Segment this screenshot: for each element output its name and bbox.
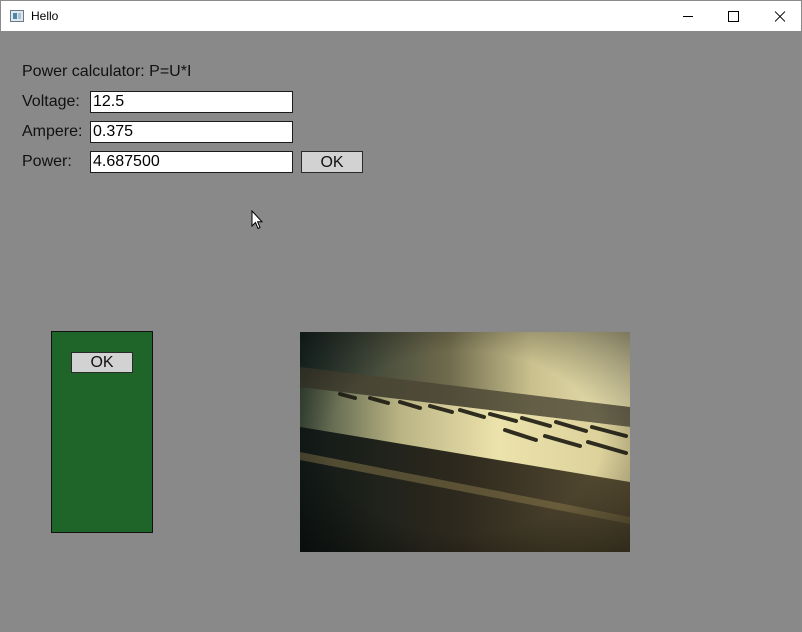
close-button[interactable] bbox=[756, 1, 802, 31]
power-label: Power: bbox=[22, 153, 72, 170]
client-area: Power calculator: P=U*I Voltage: Ampere:… bbox=[1, 31, 801, 631]
mouse-pointer-icon bbox=[251, 210, 263, 230]
minimize-icon bbox=[683, 16, 693, 17]
ampere-label: Ampere: bbox=[22, 123, 83, 140]
ampere-input[interactable] bbox=[90, 121, 293, 143]
maximize-icon bbox=[728, 11, 739, 22]
green-panel: OK bbox=[51, 331, 153, 533]
voltage-label: Voltage: bbox=[22, 93, 80, 110]
calculator-heading: Power calculator: P=U*I bbox=[22, 63, 192, 80]
app-window: Hello Power calculator: P=U*I Voltage: A… bbox=[0, 0, 802, 632]
panel-ok-button[interactable]: OK bbox=[71, 352, 133, 373]
calculate-ok-button[interactable]: OK bbox=[301, 151, 363, 173]
minimize-button[interactable] bbox=[664, 1, 710, 31]
window-title: Hello bbox=[31, 9, 59, 23]
title-bar[interactable]: Hello bbox=[1, 1, 801, 31]
voltage-input[interactable] bbox=[90, 91, 293, 113]
piano-keys-image bbox=[300, 332, 630, 552]
power-output[interactable] bbox=[90, 151, 293, 173]
maximize-button[interactable] bbox=[710, 1, 756, 31]
application-window-icon bbox=[10, 10, 24, 22]
